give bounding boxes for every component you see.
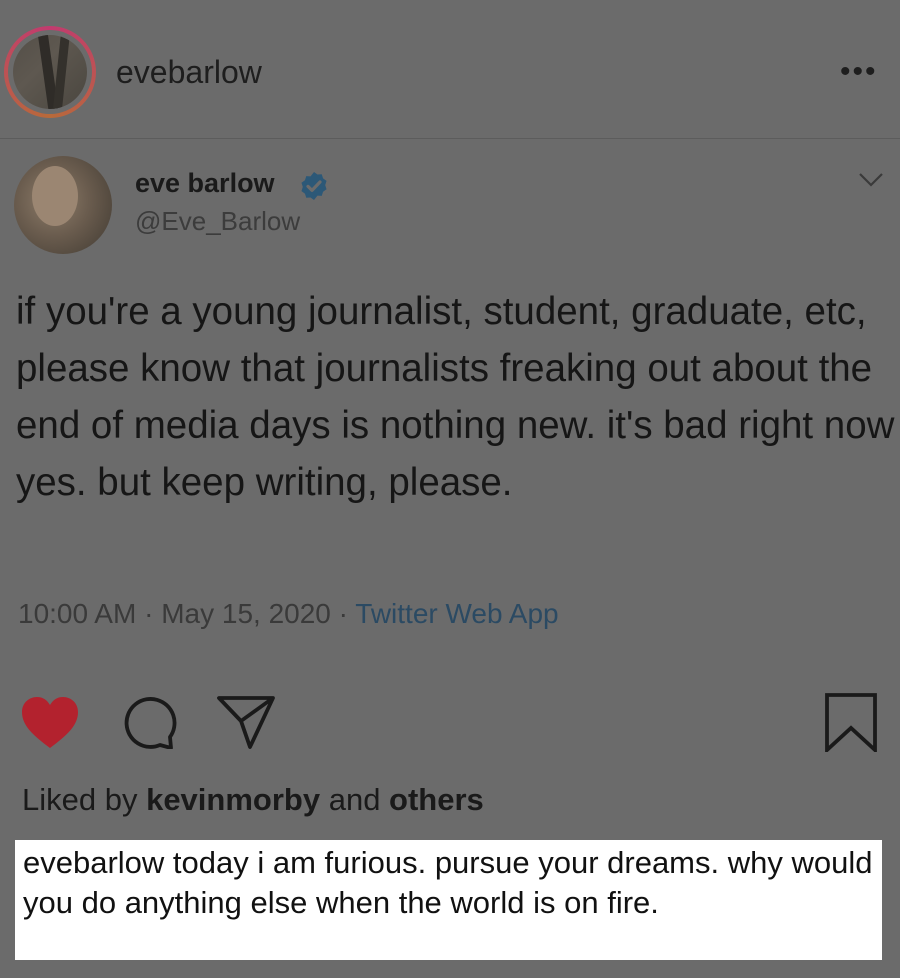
bookmark-icon[interactable] [824, 692, 878, 752]
tweet-display-name: eve barlow [135, 168, 275, 198]
heart-icon[interactable] [20, 696, 80, 750]
more-options-icon[interactable]: ••• [840, 57, 878, 87]
liked-by-user[interactable]: kevinmorby [146, 782, 320, 817]
post-caption: evebarlow today i am furious. pursue you… [15, 840, 882, 960]
post-header: evebarlow ••• [0, 0, 900, 139]
caption-username[interactable]: evebarlow [23, 845, 164, 880]
likes-prefix: Liked by [22, 782, 147, 817]
comment-icon[interactable] [120, 697, 180, 749]
tweet-avatar [14, 156, 112, 254]
chevron-down-icon[interactable] [858, 172, 884, 188]
meta-separator: · [136, 598, 162, 629]
liked-by-others[interactable]: others [389, 782, 484, 817]
likes-and: and [320, 782, 390, 817]
tweet-meta: 10:00 AM · May 15, 2020 · Twitter Web Ap… [18, 598, 559, 630]
send-icon[interactable] [216, 694, 276, 750]
meta-separator: · [330, 598, 356, 629]
tweet-date: May 15, 2020 [161, 598, 331, 629]
post-username[interactable]: evebarlow [116, 54, 262, 91]
tweet-text: if you're a young journalist, student, g… [16, 290, 895, 504]
tweet-source: Twitter Web App [355, 598, 559, 629]
tweet-handle: @Eve_Barlow [135, 206, 301, 236]
tweet-time: 10:00 AM [18, 598, 137, 629]
likes-summary[interactable]: Liked by kevinmorby and others [22, 782, 484, 818]
story-avatar[interactable] [4, 26, 96, 118]
profile-photo [13, 35, 87, 109]
verified-badge-icon [301, 172, 327, 200]
